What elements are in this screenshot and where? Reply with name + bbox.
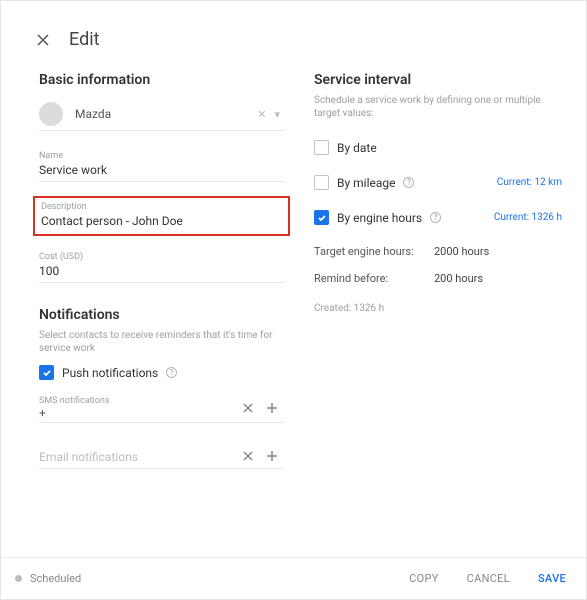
description-field[interactable]: Description Contact person - John Doe (33, 196, 290, 236)
push-notifications-row[interactable]: Push notifications ? (39, 365, 284, 380)
email-placeholder: Email notifications (39, 450, 236, 464)
clear-icon[interactable]: ✕ (253, 108, 270, 121)
by-mileage-label: By mileage (337, 176, 395, 190)
by-date-label: By date (337, 141, 377, 155)
close-icon[interactable] (35, 32, 51, 48)
by-mileage-row: By mileage ? Current: 12 km (314, 175, 562, 190)
vehicle-name: Mazda (75, 107, 253, 121)
description-label: Description (41, 202, 282, 212)
page-title: Edit (69, 29, 99, 50)
by-engine-checkbox[interactable] (314, 210, 329, 225)
name-value: Service work (39, 163, 284, 177)
footer: Scheduled COPY CANCEL SAVE (1, 557, 586, 599)
by-date-checkbox[interactable] (314, 140, 329, 155)
service-interval-heading: Service interval (314, 72, 562, 88)
sms-value: + (39, 406, 236, 420)
basic-info-heading: Basic information (39, 72, 284, 88)
cost-field[interactable]: Cost (USD) 100 (39, 250, 284, 283)
cancel-button[interactable]: CANCEL (467, 572, 510, 585)
name-field[interactable]: Name Service work (39, 149, 284, 182)
sms-input[interactable]: SMS notifications + (39, 396, 236, 420)
email-notifications-row: Email notifications (39, 447, 284, 469)
cost-value: 100 (39, 264, 284, 278)
cost-label: Cost (USD) (39, 252, 284, 262)
sms-notifications-row: SMS notifications + (39, 396, 284, 423)
target-value[interactable]: 2000 hours (434, 245, 489, 258)
add-icon[interactable] (260, 447, 284, 466)
status-label: Scheduled (30, 572, 81, 585)
created-text: Created: 1326 h (314, 303, 562, 314)
target-engine-hours-row: Target engine hours: 2000 hours (314, 245, 562, 258)
by-mileage-checkbox[interactable] (314, 175, 329, 190)
sms-label: SMS notifications (39, 396, 236, 406)
by-engine-label: By engine hours (337, 211, 422, 225)
service-interval-subtitle: Schedule a service work by defining one … (314, 94, 562, 120)
remind-label: Remind before: (314, 272, 434, 285)
push-label: Push notifications (62, 366, 158, 380)
description-value: Contact person - John Doe (41, 214, 282, 228)
mileage-current[interactable]: Current: 12 km (497, 177, 562, 188)
help-icon[interactable]: ? (403, 177, 414, 188)
help-icon[interactable]: ? (430, 212, 441, 223)
chevron-down-icon[interactable]: ▾ (270, 108, 284, 121)
add-icon[interactable] (260, 399, 284, 418)
notifications-heading: Notifications (39, 307, 284, 323)
remind-value[interactable]: 200 hours (434, 272, 483, 285)
by-date-row: By date (314, 140, 562, 155)
avatar (39, 102, 63, 126)
notifications-subtitle: Select contacts to receive reminders tha… (39, 329, 284, 355)
email-input[interactable]: Email notifications (39, 450, 236, 464)
name-label: Name (39, 151, 284, 161)
remind-before-row: Remind before: 200 hours (314, 272, 562, 285)
push-checkbox[interactable] (39, 365, 54, 380)
save-button[interactable]: SAVE (538, 572, 566, 585)
remove-icon[interactable] (236, 447, 260, 466)
status-dot (15, 575, 22, 582)
remove-icon[interactable] (236, 399, 260, 418)
target-label: Target engine hours: (314, 245, 434, 258)
copy-button[interactable]: COPY (409, 572, 438, 585)
by-engine-hours-row: By engine hours ? Current: 1326 h (314, 210, 562, 225)
help-icon[interactable]: ? (166, 367, 177, 378)
vehicle-selector[interactable]: Mazda ✕ ▾ (39, 102, 284, 131)
engine-current[interactable]: Current: 1326 h (494, 212, 562, 223)
